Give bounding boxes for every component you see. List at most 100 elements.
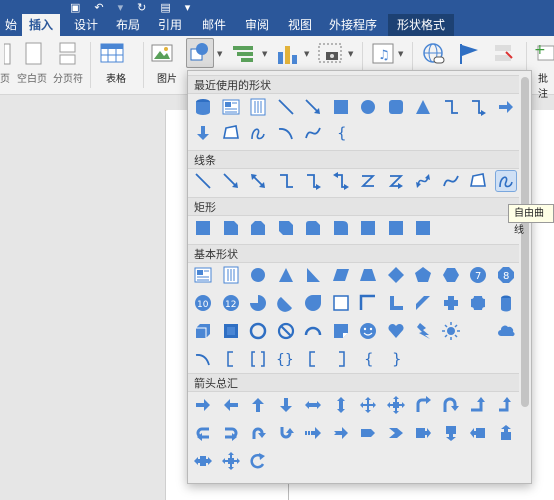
shape-rnd1-icon[interactable]: [330, 217, 352, 239]
shape-lrcallout-icon[interactable]: [192, 450, 214, 472]
tab-mailings[interactable]: 邮件: [194, 14, 234, 36]
shape-scribble-icon[interactable]: [247, 122, 269, 144]
shape-rect-icon[interactable]: [412, 217, 434, 239]
shape-curveu-icon[interactable]: [247, 422, 269, 444]
shape-arc-icon[interactable]: [275, 122, 297, 144]
shape-lbrack-icon[interactable]: [302, 348, 324, 370]
shape-tri-icon[interactable]: [275, 264, 297, 286]
link-icon[interactable]: [422, 42, 448, 71]
print-icon[interactable]: ▤: [160, 1, 170, 14]
shape-heart-icon[interactable]: [385, 320, 407, 342]
shape-elbow-icon[interactable]: [275, 170, 297, 192]
shape-zcurve-icon[interactable]: [357, 170, 379, 192]
shape-larrow-icon[interactable]: [220, 394, 242, 416]
more-icon[interactable]: ▾: [185, 1, 191, 14]
shape-plus-icon[interactable]: [440, 292, 462, 314]
shape-udarrow-icon[interactable]: [330, 394, 352, 416]
blank-page-icon[interactable]: [24, 42, 44, 69]
shape-chevron-icon[interactable]: [385, 422, 407, 444]
shape-penta-icon[interactable]: [412, 264, 434, 286]
shape-para-icon[interactable]: [330, 264, 352, 286]
shape-circle-icon[interactable]: [247, 264, 269, 286]
page-break-icon[interactable]: [58, 42, 78, 69]
shape-elbowarrow-icon[interactable]: [467, 96, 489, 118]
shape-lbrack-icon[interactable]: [220, 348, 242, 370]
shape-rrect-icon[interactable]: [385, 96, 407, 118]
shape-halfframe-icon[interactable]: [357, 292, 379, 314]
undo-dropdown-icon[interactable]: ▾: [118, 1, 124, 14]
screenshot-dropdown-icon[interactable]: ▼: [348, 50, 353, 58]
shape-lrarrow-icon[interactable]: [302, 394, 324, 416]
shape-quadcallout-icon[interactable]: [385, 394, 407, 416]
shape-arrowline-icon[interactable]: [302, 96, 324, 118]
smartart-dropdown-icon[interactable]: ▼: [262, 50, 267, 58]
shape-dcallout-icon[interactable]: [440, 422, 462, 444]
shape-rbrack-icon[interactable]: [330, 348, 352, 370]
shape-blockarc-icon[interactable]: [302, 320, 324, 342]
tab-home[interactable]: 始: [0, 14, 22, 36]
shape-rcallout-icon[interactable]: [412, 422, 434, 444]
page-break-label[interactable]: 分页符: [53, 70, 83, 85]
shape-darrow-icon[interactable]: [192, 122, 214, 144]
shape-rect-icon[interactable]: [192, 217, 214, 239]
shape-chord-icon[interactable]: [275, 292, 297, 314]
shape-elbowdbl-icon[interactable]: [330, 170, 352, 192]
table-label[interactable]: 表格: [106, 70, 126, 85]
media-icon[interactable]: ♫: [372, 42, 398, 69]
shape-freeform-icon[interactable]: [467, 170, 489, 192]
gallery-scrollbar[interactable]: [521, 77, 529, 407]
picture-icon[interactable]: [151, 42, 177, 69]
tab-view[interactable]: 视图: [280, 14, 320, 36]
shape-zarrow-icon[interactable]: [385, 170, 407, 192]
shape-dodeca-icon[interactable]: 12: [220, 292, 242, 314]
shape-uarrow-icon[interactable]: [247, 394, 269, 416]
undo-icon[interactable]: ↶: [94, 1, 103, 14]
shape-striped-icon[interactable]: [302, 422, 324, 444]
shape-ucallout-icon[interactable]: [495, 422, 517, 444]
shape-circarrow-icon[interactable]: [247, 450, 269, 472]
screenshot-icon[interactable]: [318, 42, 346, 69]
table-icon[interactable]: [100, 42, 126, 69]
shape-rect-icon[interactable]: [357, 217, 379, 239]
tab-layout[interactable]: 布局: [108, 14, 148, 36]
shape-line-icon[interactable]: [192, 170, 214, 192]
chart-dropdown-icon[interactable]: ▼: [304, 50, 309, 58]
shape-pie-icon[interactable]: [247, 292, 269, 314]
shape-arc-icon[interactable]: [192, 348, 214, 370]
shape-tri-icon[interactable]: [412, 96, 434, 118]
shape-dblarrow-icon[interactable]: [247, 170, 269, 192]
shape-moon-icon[interactable]: [467, 320, 489, 342]
shape-bolt-icon[interactable]: [412, 320, 434, 342]
shape-line-icon[interactable]: [275, 96, 297, 118]
shape-bracketpair-icon[interactable]: [247, 348, 269, 370]
shape-curve-icon[interactable]: [302, 122, 324, 144]
shape-rect-icon[interactable]: [330, 96, 352, 118]
shape-darrow-icon[interactable]: [275, 394, 297, 416]
shape-sun-icon[interactable]: [440, 320, 462, 342]
shape-can-icon[interactable]: [495, 292, 517, 314]
shape-lbrace-icon[interactable]: {: [330, 122, 352, 144]
shape-diamond-icon[interactable]: [385, 264, 407, 286]
shapes-dropdown-icon[interactable]: ▼: [217, 50, 222, 58]
shape-circle-icon[interactable]: [357, 96, 379, 118]
shape-hepta-icon[interactable]: 7: [467, 264, 489, 286]
comment-icon[interactable]: +: [534, 42, 554, 69]
shape-rarrow-icon[interactable]: [192, 394, 214, 416]
shape-textbox-icon[interactable]: [220, 96, 242, 118]
shape-cyl-icon[interactable]: [192, 96, 214, 118]
shape-rbrace-icon[interactable]: }: [385, 348, 407, 370]
cover-page-icon[interactable]: [3, 42, 14, 69]
shape-elbow-icon[interactable]: [440, 96, 462, 118]
shape-lshape-icon[interactable]: [385, 292, 407, 314]
shape-bracepair-icon[interactable]: {}: [275, 348, 297, 370]
shape-trap-icon[interactable]: [357, 264, 379, 286]
shape-frame-icon[interactable]: [330, 292, 352, 314]
shape-snipdiag-icon[interactable]: [275, 217, 297, 239]
shape-notched-icon[interactable]: [330, 422, 352, 444]
shape-lbrace-icon[interactable]: {: [357, 348, 379, 370]
shape-teardrop-icon[interactable]: [302, 292, 324, 314]
save-icon[interactable]: ▣: [70, 1, 80, 14]
shape-curvel-icon[interactable]: [192, 422, 214, 444]
redo-icon[interactable]: ↻: [137, 1, 146, 14]
shape-rarrow-icon[interactable]: [495, 96, 517, 118]
